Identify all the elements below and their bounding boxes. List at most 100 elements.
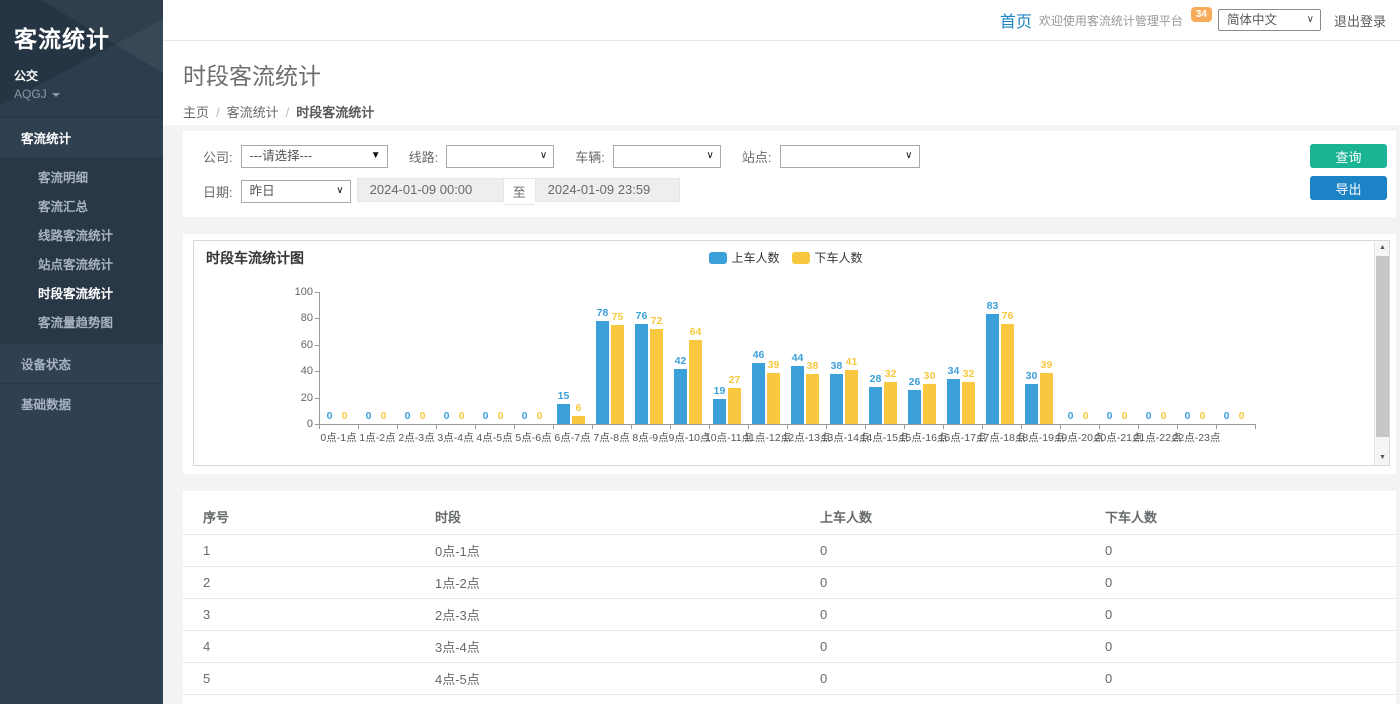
chart-bar	[1025, 384, 1038, 424]
sidebar-item-trend-chart[interactable]: 客流量趋势图	[0, 307, 163, 336]
table-cell: 0	[800, 663, 1085, 695]
language-select[interactable]: 简体中文	[1219, 10, 1320, 30]
chart-legend: 上车人数 下车人数	[708, 249, 874, 266]
scroll-down-icon[interactable]: ▼	[1375, 451, 1390, 465]
scroll-up-icon[interactable]: ▲	[1375, 241, 1390, 255]
table-header-row: 序号 时段 上车人数 下车人数	[183, 491, 1396, 535]
x-axis-tick	[631, 425, 632, 429]
date-preset-select[interactable]: 昨日	[242, 181, 350, 202]
legend-item-alighting[interactable]: 下车人数	[792, 249, 863, 266]
table-cell: 1	[183, 535, 415, 567]
y-axis-label: 40	[281, 365, 313, 377]
bar-value-label: 0	[1222, 410, 1262, 422]
y-axis-label: 0	[281, 418, 313, 430]
col-period: 时段	[415, 491, 800, 535]
logout-link[interactable]: 退出登录	[1334, 11, 1386, 30]
table-cell: 0点-1点	[415, 535, 800, 567]
x-axis-tick	[982, 425, 983, 429]
station-select[interactable]	[781, 146, 919, 167]
scrollbar-thumb[interactable]	[1376, 256, 1389, 437]
brand-area: 客流统计 公交 AQGJ	[0, 0, 163, 117]
sidebar-item-passenger-summary[interactable]: 客流汇总	[0, 191, 163, 220]
x-axis-tick	[1216, 425, 1217, 429]
search-button[interactable]: 查询	[1310, 144, 1387, 168]
chart-bar	[869, 387, 882, 424]
user-menu[interactable]: AQGJ	[14, 87, 149, 101]
chart-bar	[923, 384, 936, 424]
legend-item-boarding[interactable]: 上车人数	[708, 249, 779, 266]
breadcrumb-section[interactable]: 客流统计	[227, 105, 279, 120]
y-axis-tick	[315, 292, 319, 293]
date-label: 日期:	[203, 182, 233, 201]
vehicle-select[interactable]	[614, 146, 720, 167]
y-axis-tick	[315, 345, 319, 346]
export-button[interactable]: 导出	[1310, 176, 1387, 200]
line-select-wrap: ∨	[446, 145, 554, 168]
filter-panel: 公司: ---请选择--- ▼ 线路: ∨ 车辆: ∨ 站点:	[183, 131, 1396, 217]
x-axis-tick	[787, 425, 788, 429]
chart-bar	[611, 325, 624, 424]
table-cell: 4点-5点	[415, 663, 800, 695]
y-axis-label: 20	[281, 392, 313, 404]
sidebar-item-line-stats[interactable]: 线路客流统计	[0, 220, 163, 249]
chart-bar	[986, 314, 999, 424]
x-axis-tick	[1099, 425, 1100, 429]
sidebar-item-passenger-stats[interactable]: 客流统计	[0, 117, 163, 157]
col-alighting: 下车人数	[1085, 491, 1396, 535]
legend-swatch-yellow	[792, 252, 810, 264]
chart-bar	[713, 399, 726, 424]
chart-bar	[752, 363, 765, 424]
x-axis-tick	[592, 425, 593, 429]
bar-value-label: 6	[559, 402, 599, 414]
station-select-wrap: ∨	[780, 145, 920, 168]
date-range-separator: 至	[504, 178, 535, 205]
company-select[interactable]: ---请选择---	[242, 146, 387, 167]
table-cell: 0	[1085, 599, 1396, 631]
table-cell: 3点-4点	[415, 631, 800, 663]
x-axis-tick	[397, 425, 398, 429]
x-axis-tick	[943, 425, 944, 429]
table-cell: 0	[1085, 631, 1396, 663]
sidebar-item-period-stats[interactable]: 时段客流统计	[0, 278, 163, 307]
bar-value-label: 64	[676, 326, 716, 338]
data-table-panel: 序号 时段 上车人数 下车人数 10点-1点0021点-2点0032点-3点00…	[183, 491, 1396, 704]
table-cell: 0	[800, 567, 1085, 599]
y-axis-label: 60	[281, 339, 313, 351]
table-cell: 2	[183, 567, 415, 599]
y-axis-tick	[315, 371, 319, 372]
x-axis-label: 22点-23点	[1166, 430, 1228, 445]
bar-chart: 时段车流统计图 上车人数 下车人数 ▲ ▼ 02040608010	[193, 240, 1390, 466]
chart-bar	[962, 382, 975, 424]
y-axis-tick	[315, 318, 319, 319]
sidebar-item-base-data[interactable]: 基础数据	[0, 383, 163, 423]
notification-badge: 34	[1191, 7, 1212, 22]
chart-panel: 时段车流统计图 上车人数 下车人数 ▲ ▼ 02040608010	[183, 234, 1396, 474]
date-to-input[interactable]	[535, 178, 680, 202]
table-cell: 0	[1085, 567, 1396, 599]
chart-scrollbar[interactable]: ▲ ▼	[1374, 241, 1389, 465]
station-label: 站点:	[742, 147, 772, 166]
chart-bar	[806, 374, 819, 424]
sidebar-item-device-status[interactable]: 设备状态	[0, 343, 163, 383]
bar-value-label: 27	[715, 374, 755, 386]
topbar: 首页 欢迎使用客流统计管理平台 34 简体中文 ∨ 退出登录	[163, 0, 1400, 41]
sidebar-item-station-stats[interactable]: 站点客流统计	[0, 249, 163, 278]
bar-value-label: 76	[988, 310, 1028, 322]
table-row: 10点-1点00	[183, 535, 1396, 567]
content-area: 公司: ---请选择--- ▼ 线路: ∨ 车辆: ∨ 站点:	[163, 125, 1400, 704]
table-cell: 6	[183, 695, 415, 704]
sidebar-submenu: 客流明细 客流汇总 线路客流统计 站点客流统计 时段客流统计 客流量趋势图	[0, 157, 163, 343]
breadcrumb-current: 时段客流统计	[296, 105, 374, 120]
chart-bar	[767, 373, 780, 424]
sidebar-item-passenger-detail[interactable]: 客流明细	[0, 162, 163, 191]
home-link[interactable]: 首页	[1000, 8, 1032, 32]
date-from-input[interactable]	[357, 178, 504, 202]
table-cell: 3	[183, 599, 415, 631]
breadcrumb-home[interactable]: 主页	[183, 105, 209, 120]
x-axis-tick	[709, 425, 710, 429]
line-select[interactable]	[447, 146, 553, 167]
table-row: 43点-4点00	[183, 631, 1396, 663]
col-serial: 序号	[183, 491, 415, 535]
bar-value-label: 41	[832, 356, 872, 368]
bar-value-label: 15	[544, 390, 584, 402]
